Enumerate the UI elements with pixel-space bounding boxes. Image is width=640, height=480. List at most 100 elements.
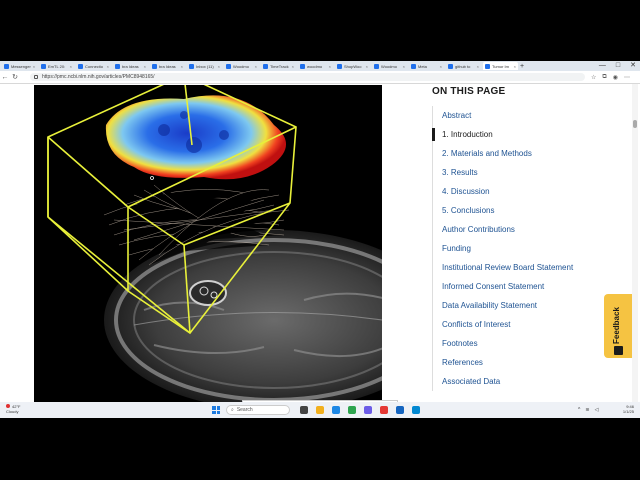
new-tab-button[interactable]: +	[520, 63, 524, 70]
taskbar-search[interactable]: ⌕ Search	[226, 405, 290, 415]
close-tab-icon[interactable]: ×	[329, 64, 331, 69]
toc-link-footnotes[interactable]: Footnotes	[433, 334, 623, 353]
chrome-icon[interactable]	[380, 406, 388, 414]
toc-link-associated-data[interactable]: Associated Data	[433, 372, 623, 391]
weather-widget[interactable]: 42°F Cloudy	[6, 404, 21, 414]
toc-link-results[interactable]: 3. Results	[433, 163, 623, 182]
feedback-icon	[614, 346, 623, 355]
close-tab-icon[interactable]: ×	[218, 64, 220, 69]
toolbar-icons: ☆ ⧉ ◉ ⋯	[591, 74, 630, 81]
favicon-icon	[41, 63, 46, 69]
close-tab-icon[interactable]: ×	[181, 64, 183, 69]
store-icon[interactable]	[364, 406, 372, 414]
file-explorer-icon[interactable]	[316, 406, 324, 414]
tumor-visualization	[47, 85, 382, 403]
address-url: https://pmc.ncbi.nlm.nih.gov/articles/PM…	[42, 74, 155, 80]
favicon-icon	[263, 63, 268, 69]
minimize-button[interactable]: —	[599, 61, 606, 71]
toc-link-author-contributions[interactable]: Author Contributions	[433, 220, 623, 239]
browser-tab[interactable]: Connectio ×	[76, 62, 111, 70]
weather-desc: Cloudy	[6, 409, 19, 414]
browser-tab[interactable]: Woodmo ×	[372, 62, 407, 70]
favicon-icon	[115, 63, 120, 69]
browser-tab[interactable]: EmTL 20: ×	[39, 62, 74, 70]
browser-tab[interactable]: Woodmo ×	[224, 62, 259, 70]
window-controls: — □ ✕	[599, 61, 636, 71]
close-tab-icon[interactable]: ×	[403, 64, 405, 69]
favicon-icon	[374, 63, 379, 69]
toc-link-materials-methods[interactable]: 2. Materials and Methods	[433, 144, 623, 163]
favicon-icon	[300, 63, 305, 69]
menu-icon[interactable]: ⋯	[624, 74, 630, 81]
windows-taskbar: 42°F Cloudy ⌕ Search ^ ≋ ◁ 9:46 1/1/25	[0, 402, 640, 418]
close-tab-icon[interactable]: ×	[366, 64, 368, 69]
favorites-icon[interactable]: ☆	[591, 74, 596, 81]
close-tab-icon[interactable]: ×	[477, 64, 479, 69]
favicon-icon	[189, 63, 194, 69]
browser-toolbar: ← ↻ https://pmc.ncbi.nlm.nih.gov/article…	[0, 71, 640, 84]
toc-link-conclusions[interactable]: 5. Conclusions	[433, 201, 623, 220]
scrollbar-thumb[interactable]	[633, 120, 637, 128]
search-icon: ⌕	[231, 407, 234, 413]
screen: Messenger × EmTL 20: × Connectio × bra Idea…	[0, 61, 640, 418]
close-tab-icon[interactable]: ×	[514, 64, 516, 69]
task-view-icon[interactable]	[300, 406, 308, 414]
toc-link-data-availability[interactable]: Data Availability Statement	[433, 296, 623, 315]
toc-link-references[interactable]: References	[433, 353, 623, 372]
page-scrollbar[interactable]	[632, 84, 638, 402]
browser-tab[interactable]: Messenger ×	[2, 62, 37, 70]
clock-date: 1/1/25	[622, 409, 634, 414]
search-placeholder: Search	[236, 407, 253, 413]
lock-icon	[34, 75, 38, 79]
table-of-contents: Abstract 1. Introduction 2. Materials an…	[432, 106, 623, 391]
steam-icon[interactable]	[396, 406, 404, 414]
favicon-icon	[152, 63, 157, 69]
browser-tab[interactable]: bra Ideas ×	[113, 62, 148, 70]
close-tab-icon[interactable]: ×	[440, 64, 442, 69]
browser-tab[interactable]: ShopWoo ×	[335, 62, 370, 70]
toc-link-funding[interactable]: Funding	[433, 239, 623, 258]
volume-icon[interactable]: ◁	[595, 407, 599, 413]
address-bar[interactable]: https://pmc.ncbi.nlm.nih.gov/articles/PM…	[30, 73, 585, 81]
weather-icon	[6, 404, 10, 408]
toc-link-irb-statement[interactable]: Institutional Review Board Statement	[433, 258, 623, 277]
browser-tab[interactable]: github to ×	[446, 62, 481, 70]
toc-link-conflicts[interactable]: Conflicts of Interest	[433, 315, 623, 334]
favicon-icon	[337, 63, 342, 69]
app-icon[interactable]	[412, 406, 420, 414]
favicon-icon	[4, 63, 9, 69]
extensions-icon[interactable]: ⧉	[602, 74, 606, 81]
start-button[interactable]	[212, 406, 220, 414]
back-icon[interactable]: ←	[0, 74, 10, 81]
browser-tab[interactable]: bra Ideas ×	[150, 62, 185, 70]
refresh-icon[interactable]: ↻	[10, 73, 20, 81]
mail-icon[interactable]	[332, 406, 340, 414]
edge-icon[interactable]	[348, 406, 356, 414]
wifi-icon[interactable]: ≋	[585, 407, 589, 413]
favicon-icon	[78, 63, 83, 69]
close-tab-icon[interactable]: ×	[33, 64, 35, 69]
close-tab-icon[interactable]: ×	[70, 64, 72, 69]
system-clock[interactable]: 9:46 1/1/25	[623, 404, 634, 414]
close-tab-icon[interactable]: ×	[292, 64, 294, 69]
toc-link-introduction[interactable]: 1. Introduction	[432, 125, 623, 144]
close-tab-icon[interactable]: ×	[107, 64, 109, 69]
maximize-button[interactable]: □	[616, 61, 620, 71]
toc-link-informed-consent[interactable]: Informed Consent Statement	[433, 277, 623, 296]
close-window-button[interactable]: ✕	[630, 61, 636, 71]
feedback-button[interactable]: Feedback	[604, 294, 634, 358]
browser-tab[interactable]: TimeTrack ×	[261, 62, 296, 70]
chevron-up-icon[interactable]: ^	[578, 407, 580, 413]
browser-tab[interactable]: Meta ×	[409, 62, 444, 70]
close-tab-icon[interactable]: ×	[144, 64, 146, 69]
browser-tab-active[interactable]: Tumor Im ×	[483, 62, 518, 70]
browser-tab[interactable]: Inbox (11) ×	[187, 62, 222, 70]
profile-icon[interactable]: ◉	[613, 74, 618, 81]
favicon-icon	[485, 63, 490, 69]
close-tab-icon[interactable]: ×	[255, 64, 257, 69]
toc-link-abstract[interactable]: Abstract	[433, 106, 623, 125]
toc-title: ON THIS PAGE	[432, 86, 506, 97]
toc-link-discussion[interactable]: 4. Discussion	[433, 182, 623, 201]
browser-tab[interactable]: woodmo ×	[298, 62, 333, 70]
tumor-figure-image	[34, 85, 382, 403]
